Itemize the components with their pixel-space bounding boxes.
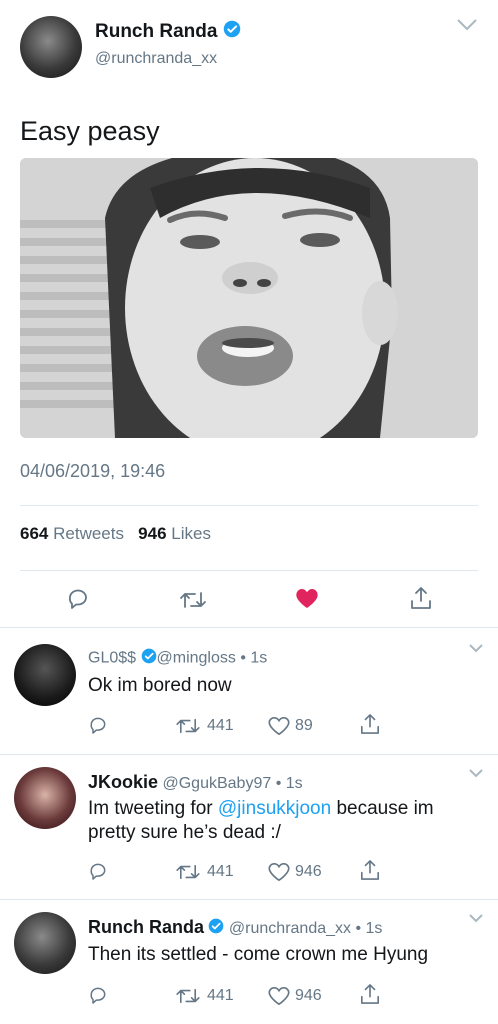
retweet-count: 441	[207, 717, 234, 734]
reply-time: • 1s	[275, 775, 303, 792]
chevron-down-icon[interactable]	[456, 18, 478, 37]
tweet-text: Easy peasy	[20, 116, 160, 146]
reply-header: Runch Randa @runchranda_xx • 1s	[88, 917, 382, 939]
like-stat[interactable]: 946 Likes	[138, 524, 211, 543]
heart-icon[interactable]	[268, 716, 290, 736]
share-icon[interactable]	[410, 586, 432, 610]
retweet-icon[interactable]	[175, 717, 201, 735]
divider	[20, 570, 478, 571]
reply-handle[interactable]: @mingloss	[157, 650, 236, 667]
reply-display-name[interactable]: GL0$$	[88, 650, 136, 667]
verified-badge-icon	[223, 20, 241, 44]
share-icon[interactable]	[360, 859, 380, 881]
heart-icon[interactable]	[268, 862, 290, 882]
retweet-count: 441	[207, 987, 234, 1004]
reply-time: • 1s	[355, 920, 383, 937]
mention-link[interactable]: @jinsukkjoon	[218, 798, 331, 819]
reply-icon[interactable]	[88, 862, 108, 881]
reply-time: • 1s	[240, 649, 268, 667]
reply-handle[interactable]: @GgukBaby97	[162, 775, 271, 792]
share-icon[interactable]	[360, 983, 380, 1005]
verified-badge-icon	[141, 648, 157, 669]
like-label: Likes	[171, 524, 211, 543]
tweet-photo[interactable]	[20, 158, 478, 438]
reply-header: JKookie @GgukBaby97 • 1s	[88, 772, 303, 793]
reply-display-name[interactable]: Runch Randa	[88, 917, 204, 937]
author-handle[interactable]: @runchranda_xx	[95, 50, 217, 68]
reply-avatar[interactable]	[14, 912, 76, 974]
reply-header: GL0$$ @mingloss • 1s	[88, 648, 267, 669]
reply-display-name[interactable]: JKookie	[88, 772, 158, 792]
retweet-icon[interactable]	[179, 590, 207, 610]
share-icon[interactable]	[360, 713, 380, 735]
reply-tweet[interactable]: JKookie @GgukBaby97 • 1s Im tweeting for…	[0, 755, 498, 899]
author-name-row[interactable]: Runch Randa	[95, 20, 241, 44]
reply-text-start: Im tweeting for	[88, 798, 218, 819]
reply-text: Ok im bored now	[88, 675, 232, 696]
retweet-icon[interactable]	[175, 987, 201, 1005]
chevron-down-icon[interactable]	[468, 640, 484, 658]
author-avatar[interactable]	[20, 16, 82, 78]
reply-avatar[interactable]	[14, 644, 76, 706]
heart-icon[interactable]	[295, 587, 319, 609]
retweet-icon[interactable]	[175, 863, 201, 881]
chevron-down-icon[interactable]	[468, 910, 484, 928]
reply-avatar[interactable]	[14, 767, 76, 829]
like-count: 946	[138, 524, 167, 543]
reply-text: Then its settled - come crown me Hyung	[88, 944, 429, 965]
reply-text: Im tweeting for @jinsukkjoon because im …	[88, 797, 468, 845]
retweet-count: 441	[207, 863, 234, 880]
like-count: 946	[295, 987, 322, 1004]
reply-handle[interactable]: @runchranda_xx	[229, 920, 351, 937]
chevron-down-icon[interactable]	[468, 765, 484, 783]
like-count: 89	[295, 717, 313, 734]
tweet-timestamp[interactable]: 04/06/2019, 19:46	[20, 461, 165, 482]
tweet-stats: 664 Retweets 946 Likes	[20, 524, 211, 544]
reply-icon[interactable]	[88, 716, 108, 735]
reply-tweet[interactable]: GL0$$ @mingloss • 1s Ok im bored now 441…	[0, 628, 498, 754]
heart-icon[interactable]	[268, 986, 290, 1006]
reply-icon[interactable]	[88, 986, 108, 1005]
author-display-name: Runch Randa	[95, 21, 218, 43]
reply-icon[interactable]	[66, 588, 90, 610]
retweet-count: 664	[20, 524, 49, 543]
verified-badge-icon	[208, 918, 224, 939]
divider	[20, 505, 478, 506]
like-count: 946	[295, 863, 322, 880]
retweet-label: Retweets	[53, 524, 124, 543]
retweet-stat[interactable]: 664 Retweets	[20, 524, 124, 543]
reply-tweet[interactable]: Runch Randa @runchranda_xx • 1s Then its…	[0, 900, 498, 1024]
